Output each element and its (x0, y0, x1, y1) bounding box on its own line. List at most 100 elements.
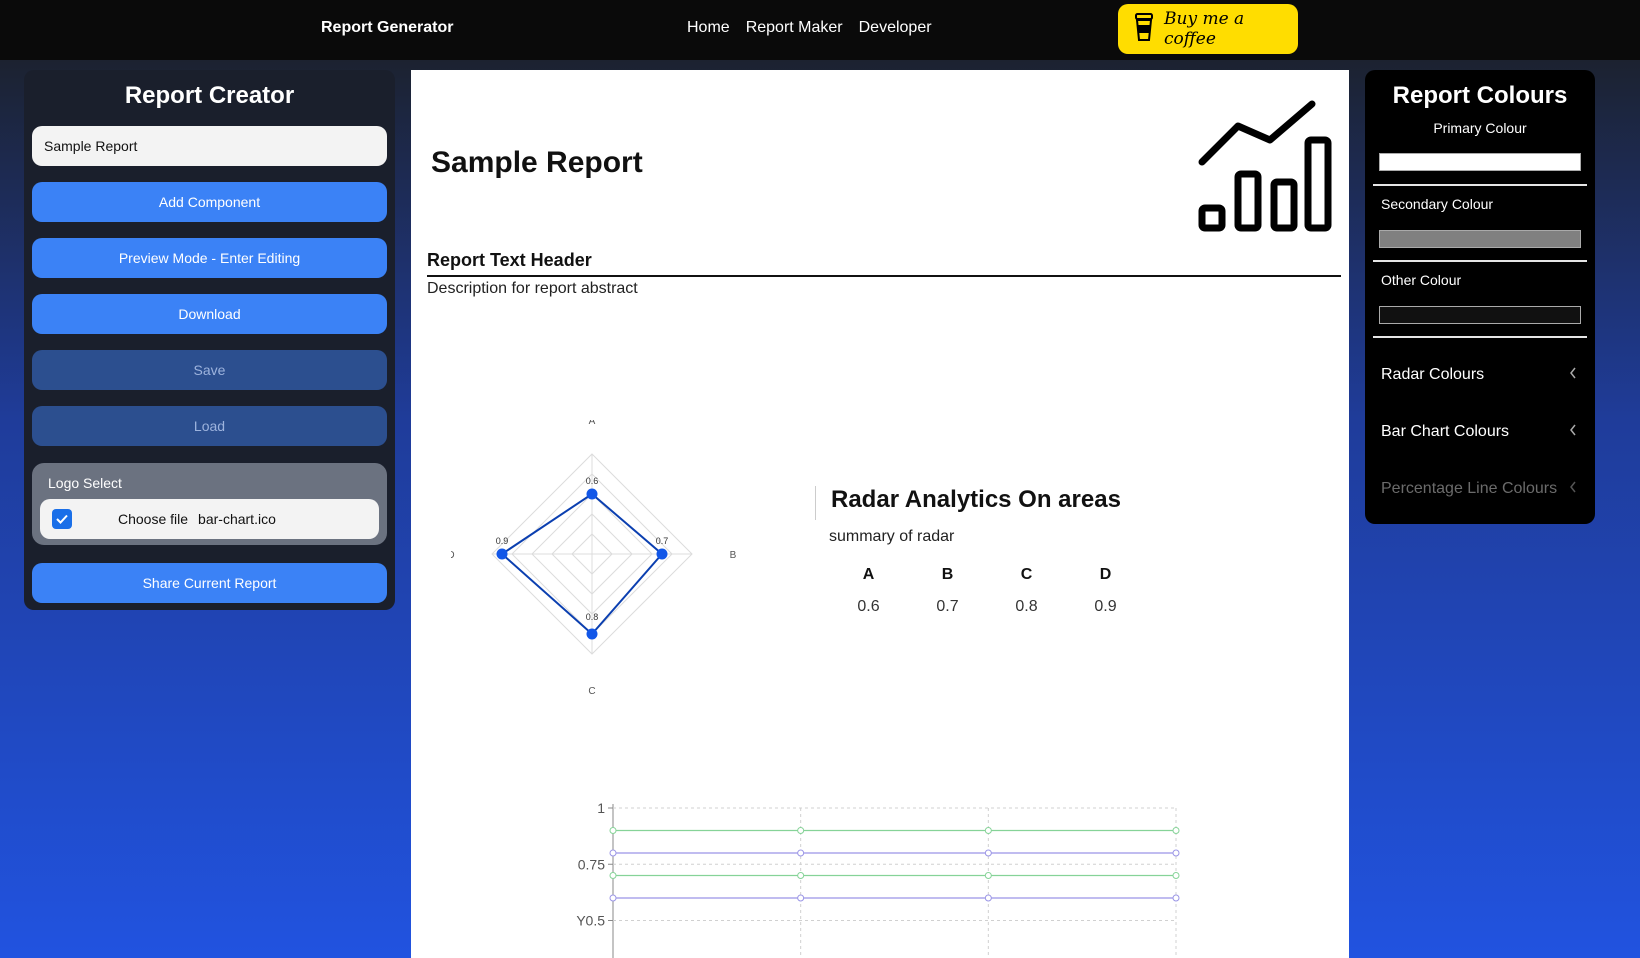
radar-column-header: B (941, 566, 954, 583)
series-point (609, 872, 617, 879)
logo-file-row: Choose file bar-chart.ico (40, 499, 379, 539)
radar-axis-label: B (730, 550, 737, 561)
y-tick-label: 0.75 (578, 856, 605, 872)
report-creator-title: Report Creator (124, 82, 295, 109)
percentage-line-colours-label: Percentage Line Colours (1381, 480, 1558, 497)
coffee-cup-icon (1134, 12, 1154, 47)
report-text-description: Description for report abstract (427, 280, 638, 297)
radar-column: B 0.7 (908, 566, 987, 616)
radar-data-label: 0.9 (496, 536, 509, 546)
series-point (609, 894, 617, 902)
radar-column: C 0.8 (987, 566, 1066, 616)
report-text-header: Report Text Header (427, 250, 1341, 277)
radar-axis-label: C (588, 686, 595, 697)
nav-links: Home Report Maker Developer (687, 19, 932, 37)
share-report-button[interactable]: Share Current Report (32, 563, 387, 603)
y-axis-label: Y (576, 913, 586, 929)
top-navbar: Report Generator Home Report Maker Devel… (0, 0, 1640, 60)
chevron-left-icon (1569, 480, 1577, 498)
radar-column-header: D (1099, 566, 1112, 583)
other-colour-input[interactable] (1379, 306, 1581, 324)
chosen-file-name: bar-chart.ico (198, 511, 276, 527)
download-button[interactable]: Download (32, 294, 387, 334)
radar-point (586, 488, 598, 500)
nav-link-home[interactable]: Home (687, 19, 730, 37)
radar-colours-toggle[interactable]: Radar Colours (1381, 366, 1577, 384)
primary-colour-input[interactable] (1379, 153, 1581, 171)
radar-column-value: 0.6 (857, 598, 880, 615)
radar-column-value: 0.8 (1015, 598, 1038, 615)
radar-data-label: 0.6 (586, 476, 599, 486)
logo-enabled-checkbox[interactable] (52, 509, 72, 529)
series-point (1172, 872, 1180, 879)
bar-chart-colours-toggle[interactable]: Bar Chart Colours (1381, 423, 1577, 441)
series-point (797, 872, 805, 879)
series-point (984, 827, 992, 834)
report-colours-title: Report Colours (1392, 82, 1568, 109)
y-tick-label: 1 (597, 800, 605, 816)
report-name-input[interactable] (32, 126, 387, 166)
radar-point (656, 548, 668, 560)
nav-link-report-maker[interactable]: Report Maker (746, 19, 843, 37)
radar-axis-label: D (451, 550, 455, 561)
series-point (984, 872, 992, 879)
checkmark-icon (56, 514, 68, 524)
radar-divider (815, 486, 816, 520)
y-tick-label: 0.5 (586, 913, 606, 929)
radar-column-value: 0.9 (1094, 598, 1117, 615)
report-title: Sample Report (431, 146, 643, 179)
buy-me-a-coffee-button[interactable]: Buy me a coffee (1118, 4, 1298, 54)
divider (1373, 184, 1587, 186)
divider (1373, 336, 1587, 338)
other-colour-label: Other Colour (1381, 272, 1462, 288)
nav-link-developer[interactable]: Developer (859, 19, 932, 37)
radar-data-label: 0.7 (656, 536, 669, 546)
series-point (797, 827, 805, 834)
series-point (1172, 849, 1180, 857)
line-chart-svg: 10.750.50.25Y (576, 800, 1180, 958)
radar-colours-label: Radar Colours (1381, 366, 1485, 383)
percentage-line-colours-toggle[interactable]: Percentage Line Colours (1381, 480, 1577, 498)
series-point (797, 849, 805, 857)
brand-title[interactable]: Report Generator (321, 19, 453, 37)
preview-mode-button[interactable]: Preview Mode - Enter Editing (32, 238, 387, 278)
logo-select-label: Logo Select (48, 475, 122, 491)
series-point (609, 827, 617, 834)
radar-point (496, 548, 508, 560)
bar-chart-logo-icon (1186, 84, 1336, 239)
line-chart: 10.750.50.25Y (551, 760, 1231, 958)
coffee-label: Buy me a coffee (1164, 9, 1245, 49)
radar-column: A 0.6 (829, 566, 908, 616)
radar-values-table: A 0.6 B 0.7 C 0.8 D 0.9 (829, 566, 1145, 616)
choose-file-button[interactable]: Choose file (118, 511, 188, 527)
chevron-left-icon (1569, 366, 1577, 384)
radar-summary: summary of radar (829, 528, 955, 545)
radar-column-value: 0.7 (936, 598, 959, 615)
series-point (609, 849, 617, 857)
report-creator-panel: Report Creator Add Component Preview Mod… (24, 70, 395, 610)
report-colours-panel: Report Colours Primary Colour Secondary … (1365, 70, 1595, 524)
series-point (1172, 827, 1180, 834)
secondary-colour-input[interactable] (1379, 230, 1581, 248)
logo-select-group: Logo Select Choose file bar-chart.ico (32, 463, 387, 545)
radar-title: Radar Analytics On areas (831, 486, 1121, 513)
series-point (984, 894, 992, 902)
save-button[interactable]: Save (32, 350, 387, 390)
radar-summary-block: Radar Analytics On areas summary of rada… (815, 486, 1145, 616)
primary-colour-label: Primary Colour (1433, 120, 1527, 136)
series-point (984, 849, 992, 857)
radar-chart: A B C D 0.6 0.7 0.8 0.9 (447, 416, 771, 805)
series-point (797, 894, 805, 902)
radar-chart-svg: A B C D 0.6 0.7 0.8 0.9 (447, 416, 737, 697)
bar-chart-colours-label: Bar Chart Colours (1381, 423, 1510, 440)
radar-column-header: A (862, 566, 875, 583)
load-button[interactable]: Load (32, 406, 387, 446)
radar-axis-label: A (589, 420, 596, 427)
radar-data-label: 0.8 (586, 612, 599, 622)
add-component-button[interactable]: Add Component (32, 182, 387, 222)
radar-point (586, 628, 598, 640)
radar-column-header: C (1020, 566, 1033, 583)
radar-column: D 0.9 (1066, 566, 1145, 616)
chevron-left-icon (1569, 423, 1577, 441)
divider (1373, 260, 1587, 262)
